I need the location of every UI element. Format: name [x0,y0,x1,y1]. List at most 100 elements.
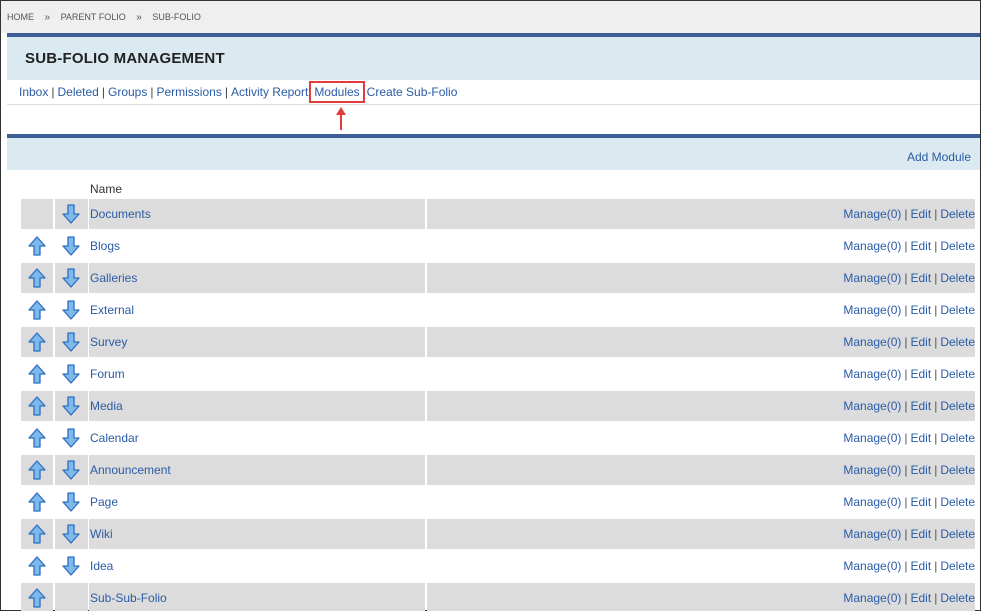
module-name-link[interactable]: Sub-Sub-Folio [90,591,167,605]
delete-link[interactable]: Delete [940,239,975,253]
module-actions-cell: Manage(0) | Edit | Delete [427,423,975,453]
edit-link[interactable]: Edit [911,303,932,317]
action-pipe: | [904,495,908,509]
delete-link[interactable]: Delete [940,463,975,477]
module-name-link[interactable]: Galleries [90,271,137,285]
delete-link[interactable]: Delete [940,431,975,445]
module-name-cell: Documents [89,199,425,229]
move-up-cell [21,359,53,389]
manage-link[interactable]: Manage(0) [843,367,901,381]
module-name-cell: Wiki [89,519,425,549]
module-name-cell: Announcement [89,455,425,485]
breadcrumb-separator: » [136,12,142,23]
module-name-link[interactable]: Calendar [90,431,139,445]
action-pipe: | [904,463,908,477]
annotation-arrow-icon [336,107,346,130]
module-row: Forum Manage(0) | Edit | Delete [21,359,975,389]
move-down-cell [55,263,88,293]
manage-link[interactable]: Manage(0) [843,559,901,573]
module-name-link[interactable]: Survey [90,335,127,349]
edit-link[interactable]: Edit [911,367,932,381]
edit-link[interactable]: Edit [911,239,932,253]
manage-link[interactable]: Manage(0) [843,463,901,477]
edit-link[interactable]: Edit [911,463,932,477]
delete-link[interactable]: Delete [940,495,975,509]
module-name-link[interactable]: Media [90,399,123,413]
edit-link[interactable]: Edit [911,335,932,349]
action-pipe: | [934,239,938,253]
move-up-cell [21,487,53,517]
breadcrumb: HOME » PARENT FOLIO » SUB-FOLIO [1,1,980,33]
manage-link[interactable]: Manage(0) [843,495,901,509]
breadcrumb-parent-folio[interactable]: PARENT FOLIO [61,12,126,22]
module-row: Media Manage(0) | Edit | Delete [21,391,975,421]
move-down-cell [55,359,88,389]
edit-link[interactable]: Edit [911,495,932,509]
module-name-link[interactable]: Announcement [90,463,171,477]
manage-link[interactable]: Manage(0) [843,399,901,413]
manage-link[interactable]: Manage(0) [843,591,901,605]
edit-link[interactable]: Edit [911,559,932,573]
move-down-cell [55,423,88,453]
delete-link[interactable]: Delete [940,591,975,605]
module-actions-cell: Manage(0) | Edit | Delete [427,455,975,485]
module-name-link[interactable]: Wiki [90,527,113,541]
module-row: Blogs Manage(0) | Edit | Delete [21,231,975,261]
module-name-link[interactable]: External [90,303,134,317]
nav-groups[interactable]: Groups [108,85,147,99]
breadcrumb-home[interactable]: HOME [7,12,34,22]
nav-activity-report[interactable]: Activity Report [231,85,308,99]
action-pipe: | [934,527,938,541]
edit-link[interactable]: Edit [911,271,932,285]
move-up-cell [21,551,53,581]
manage-link[interactable]: Manage(0) [843,207,901,221]
move-up-cell [21,231,53,261]
manage-link[interactable]: Manage(0) [843,335,901,349]
manage-link[interactable]: Manage(0) [843,271,901,285]
nav-pipe: | [150,85,154,99]
nav-create-sub-folio[interactable]: Create Sub-Folio [367,85,458,99]
action-pipe: | [934,207,938,221]
module-name-link[interactable]: Forum [90,367,125,381]
module-name-link[interactable]: Idea [90,559,113,573]
move-down-cell [55,295,88,325]
edit-link[interactable]: Edit [911,431,932,445]
edit-link[interactable]: Edit [911,527,932,541]
action-pipe: | [934,495,938,509]
manage-link[interactable]: Manage(0) [843,239,901,253]
delete-link[interactable]: Delete [940,335,975,349]
manage-link[interactable]: Manage(0) [843,431,901,445]
manage-link[interactable]: Manage(0) [843,527,901,541]
action-pipe: | [934,591,938,605]
delete-link[interactable]: Delete [940,303,975,317]
module-name-link[interactable]: Blogs [90,239,120,253]
delete-link[interactable]: Delete [940,367,975,381]
edit-link[interactable]: Edit [911,399,932,413]
module-actions-cell: Manage(0) | Edit | Delete [427,295,975,325]
module-actions-cell: Manage(0) | Edit | Delete [427,199,975,229]
move-down-cell [55,231,88,261]
delete-link[interactable]: Delete [940,527,975,541]
nav-pipe: | [101,85,105,99]
delete-link[interactable]: Delete [940,271,975,285]
module-name-link[interactable]: Documents [90,207,151,221]
manage-link[interactable]: Manage(0) [843,303,901,317]
breadcrumb-separator: » [44,12,51,23]
delete-link[interactable]: Delete [940,207,975,221]
action-pipe: | [904,431,908,445]
edit-link[interactable]: Edit [911,591,932,605]
module-row: Announcement Manage(0) | Edit | Delete [21,455,975,485]
delete-link[interactable]: Delete [940,399,975,413]
module-name-link[interactable]: Page [90,495,118,509]
module-actions-cell: Manage(0) | Edit | Delete [427,519,975,549]
edit-link[interactable]: Edit [911,207,932,221]
title-panel: SUB-FOLIO MANAGEMENT [7,33,980,80]
delete-link[interactable]: Delete [940,559,975,573]
nav-deleted[interactable]: Deleted [57,85,98,99]
nav-permissions[interactable]: Permissions [156,85,221,99]
add-module-link[interactable]: Add Module [907,150,971,164]
nav-inbox[interactable]: Inbox [19,85,48,99]
move-down-cell [55,583,88,611]
move-up-cell [21,391,53,421]
nav-modules[interactable]: Modules [309,81,365,103]
